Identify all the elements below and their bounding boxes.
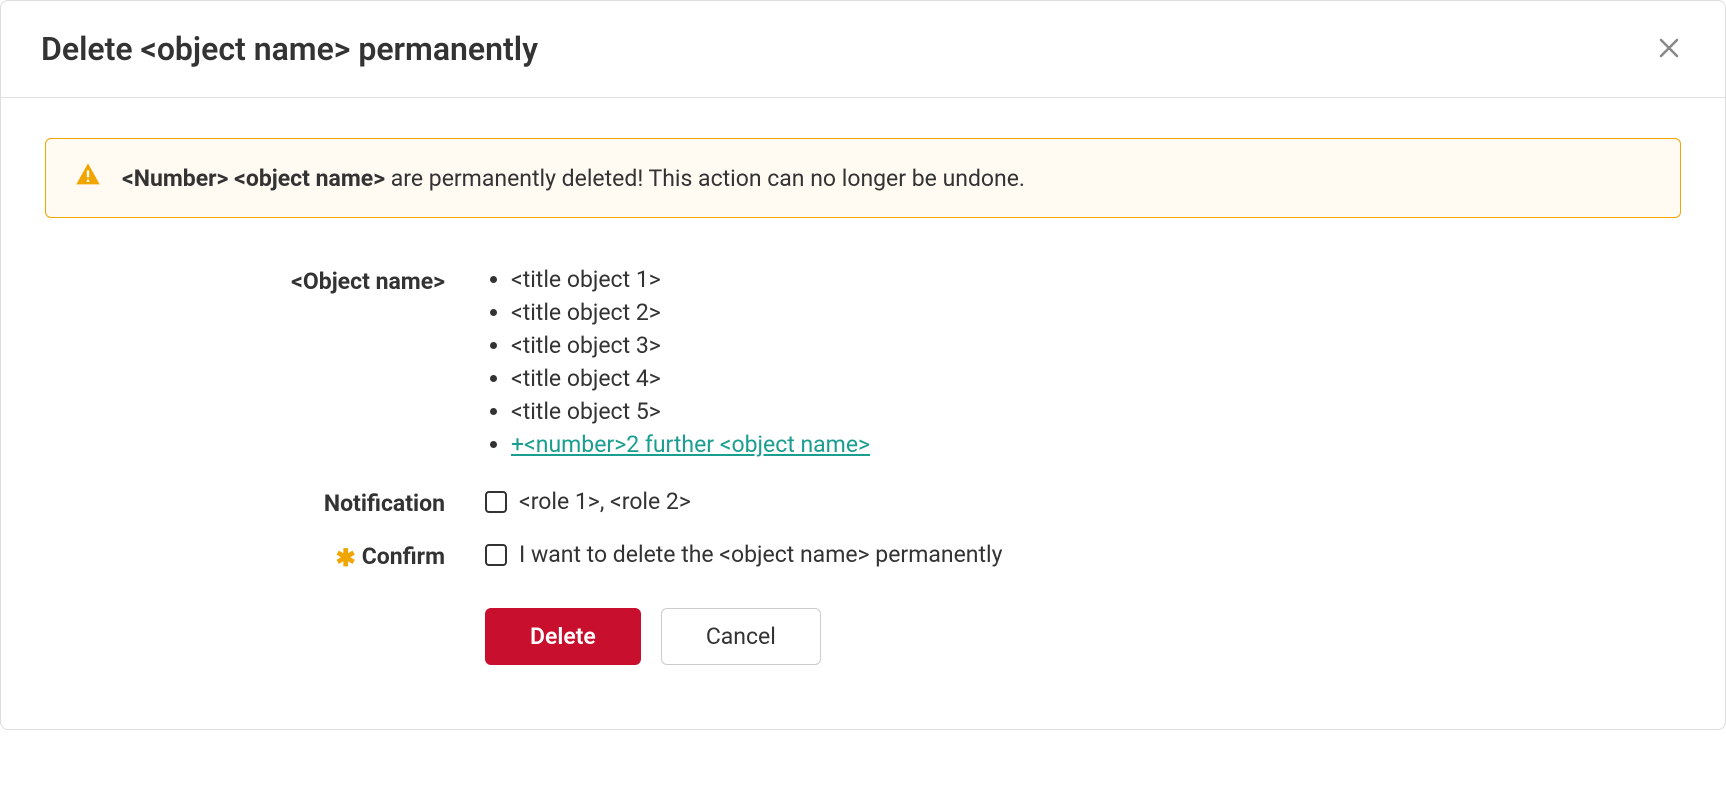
confirm-label: ✱Confirm [45, 541, 485, 572]
button-row: Delete Cancel [485, 608, 1681, 665]
list-item: <title object 1> [511, 266, 1681, 293]
warning-icon [74, 161, 102, 195]
close-icon[interactable] [1653, 29, 1685, 69]
list-item: <title object 4> [511, 365, 1681, 392]
list-item: <title object 3> [511, 332, 1681, 359]
notification-value: <role 1>, <role 2> [485, 488, 1681, 515]
warning-alert: <Number> <object name> are permanently d… [45, 138, 1681, 218]
delete-button[interactable]: Delete [485, 608, 641, 665]
dialog-title: Delete <object name> permanently [41, 30, 538, 68]
list-item: <title object 2> [511, 299, 1681, 326]
button-row-wrapper: Delete Cancel [45, 596, 1681, 665]
confirm-value: I want to delete the <object name> perma… [485, 541, 1681, 568]
list-item: <title object 5> [511, 398, 1681, 425]
dialog-header: Delete <object name> permanently [1, 1, 1725, 98]
warning-rest: are permanently deleted! This action can… [385, 165, 1025, 192]
notification-text: <role 1>, <role 2> [519, 488, 691, 515]
confirm-text: I want to delete the <object name> perma… [519, 541, 1002, 568]
object-list-label: <Object name> [45, 266, 485, 295]
notification-row: Notification <role 1>, <role 2> [45, 488, 1681, 517]
object-list-row: <Object name> <title object 1> <title ob… [45, 266, 1681, 464]
warning-bold: <Number> <object name> [122, 165, 385, 192]
object-list-value: <title object 1> <title object 2> <title… [485, 266, 1681, 464]
notification-label: Notification [45, 488, 485, 517]
notification-checkbox[interactable] [485, 491, 507, 513]
dialog-body: <Number> <object name> are permanently d… [1, 98, 1725, 729]
more-objects-link[interactable]: +<number>2 further <object name> [511, 431, 870, 458]
cancel-button[interactable]: Cancel [661, 608, 821, 665]
confirm-label-text: Confirm [362, 543, 445, 570]
warning-text: <Number> <object name> are permanently d… [122, 165, 1025, 192]
confirm-checkbox[interactable] [485, 544, 507, 566]
object-list: <title object 1> <title object 2> <title… [485, 266, 1681, 458]
required-icon: ✱ [336, 544, 356, 572]
delete-dialog: Delete <object name> permanently <Number… [0, 0, 1726, 730]
list-item-more: +<number>2 further <object name> [511, 431, 1681, 458]
confirm-row: ✱Confirm I want to delete the <object na… [45, 541, 1681, 572]
